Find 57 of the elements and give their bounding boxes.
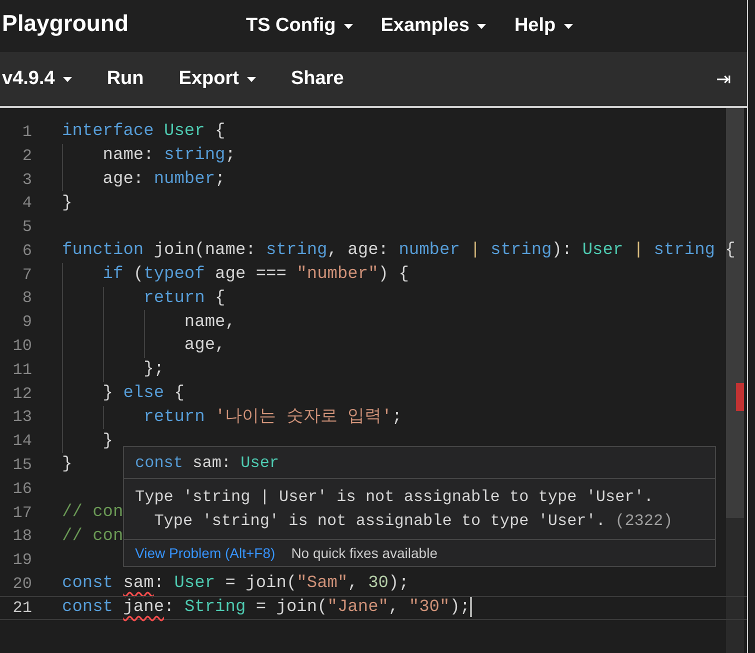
caret-icon [344, 24, 353, 28]
toolbar-button[interactable]: Export [176, 64, 256, 94]
line-number: 4 [21, 193, 32, 214]
line-number: 10 [12, 336, 32, 358]
caret-icon [564, 24, 573, 28]
code-line: const jane: String = join("Jane", "30"); [62, 596, 472, 620]
toolbar-button[interactable]: Run [104, 64, 144, 94]
error-message: Type 'string | User' is not assignable to type 'User'. [135, 487, 654, 508]
code-line: if (typeof age === "number") { [102, 264, 409, 286]
line-number: 12 [12, 384, 32, 405]
menu-item[interactable]: TS Config [246, 12, 353, 40]
line-number: 15 [12, 455, 32, 476]
line-number: 19 [12, 550, 32, 572]
code-line: name, [183, 312, 236, 334]
code-line: } [62, 454, 72, 476]
line-number: 2 [21, 146, 32, 167]
menu-item[interactable]: Examples [380, 12, 486, 40]
scrollbar[interactable] [726, 108, 744, 653]
code-line: name: string; [102, 144, 236, 167]
line-number: 5 [21, 217, 32, 238]
code-line: } else { [102, 382, 184, 405]
code-line: interface User { [62, 121, 226, 144]
line-number: 14 [12, 431, 32, 452]
code-line: // con [62, 526, 124, 548]
line-number: 18 [12, 526, 32, 548]
line-number: 20 [12, 574, 32, 596]
code-line: } [102, 430, 114, 453]
line-number: 3 [21, 170, 32, 190]
line-number: 7 [21, 264, 32, 286]
code-line: } [62, 192, 72, 215]
line-number: 11 [12, 360, 32, 381]
menu-item[interactable]: Help [514, 12, 573, 40]
line-number: 17 [12, 502, 32, 524]
line-number: 8 [21, 288, 32, 310]
app-title: Playground [1, 8, 130, 38]
error-message: Type 'string' is not assignable to type 'User'. (2322) [153, 511, 674, 532]
type-signature: const sam: User [135, 452, 280, 474]
collapse-button[interactable]: ⇥ [716, 66, 731, 92]
code-line: return '나이는 숫자로 입력'; [142, 406, 402, 429]
line-number: 9 [21, 312, 32, 334]
line-number: 1 [21, 122, 32, 143]
code-line: age: number; [102, 168, 226, 191]
code-line: }; [142, 359, 164, 382]
code-line: const sam: User = join("Sam", 30); [62, 573, 409, 596]
code-line: // con [62, 502, 124, 524]
code-line: function join(name: string, age: number | string): User | string { [62, 240, 736, 262]
line-number: 6 [21, 240, 32, 262]
line-number: 13 [12, 407, 32, 428]
view-problem-link[interactable]: View Problem (Alt+F8) [135, 542, 276, 564]
code-line: age, [183, 335, 226, 358]
caret-icon [477, 24, 486, 28]
line-number: 16 [12, 478, 32, 500]
code-line: return { [142, 288, 226, 310]
quick-fix-note: No quick fixes available [291, 544, 438, 563]
toolbar-button[interactable]: Share [288, 64, 344, 94]
line-number: 21 [12, 598, 32, 619]
toolbar-button[interactable]: v4.9.4 [0, 64, 72, 94]
